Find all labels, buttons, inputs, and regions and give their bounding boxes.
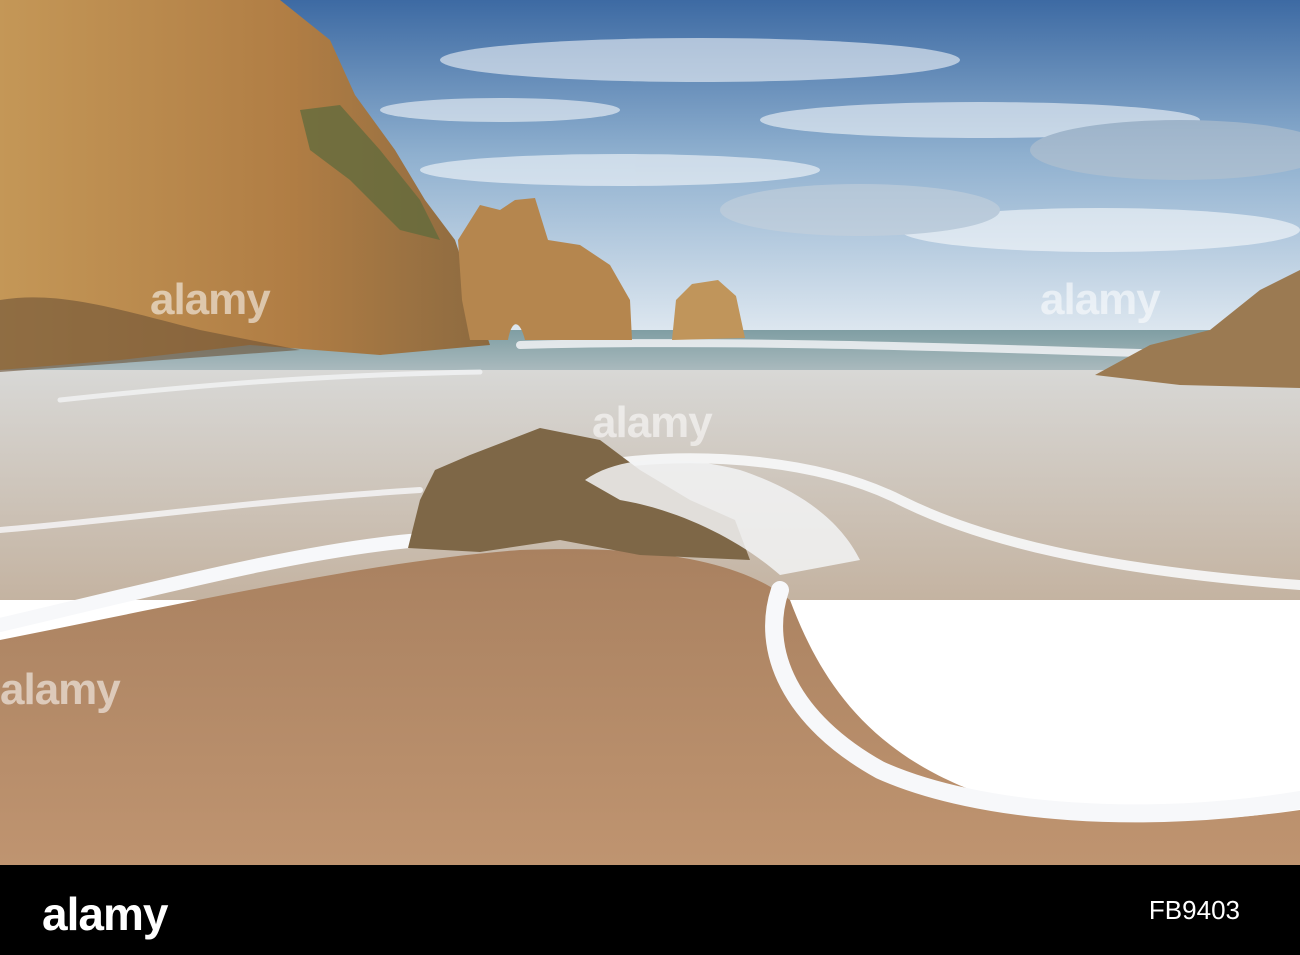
- watermark-center: alamy: [592, 398, 713, 447]
- watermark-bottom-mid: alamy: [890, 665, 1011, 714]
- alamy-logo: alamy: [42, 888, 168, 940]
- image-stage: alamy alamy alamy alamy alamy alamy FB94…: [0, 0, 1300, 955]
- stock-footer: alamy FB9403: [0, 865, 1300, 955]
- watermark-left: alamy: [0, 665, 121, 714]
- beach-photo: alamy alamy alamy alamy alamy: [0, 0, 1300, 865]
- watermark-left-top: alamy: [150, 275, 271, 324]
- watermark-right: alamy: [1040, 275, 1161, 324]
- stock-image-id: FB9403: [1148, 895, 1240, 925]
